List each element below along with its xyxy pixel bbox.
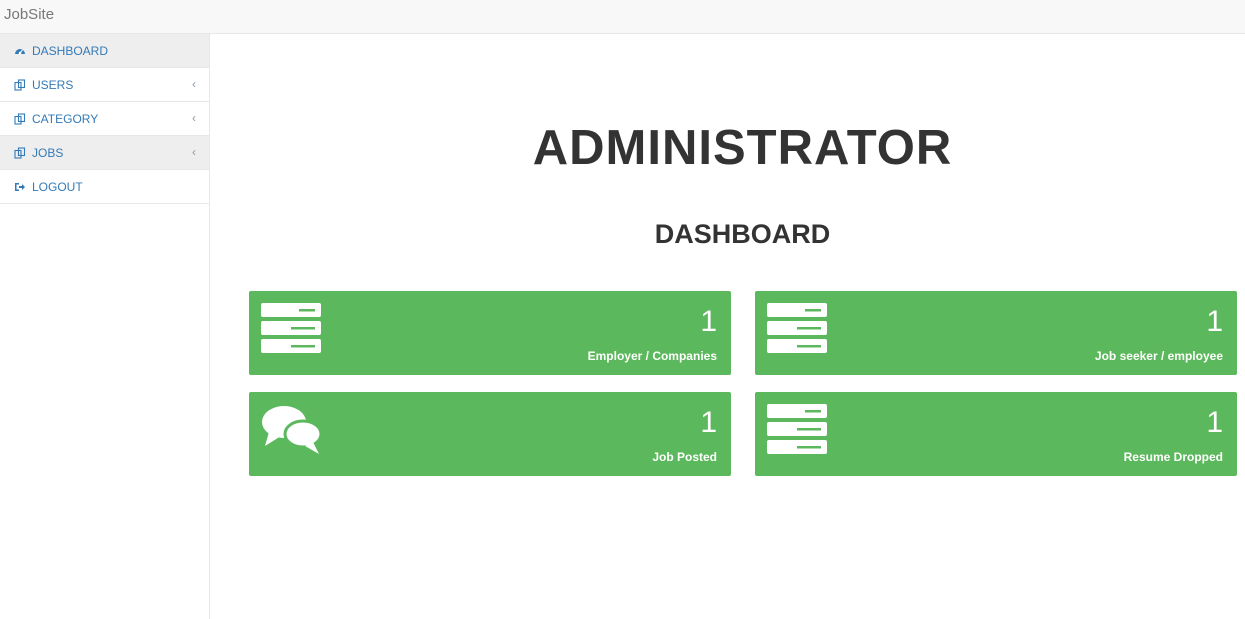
- sidebar-item-users[interactable]: USERS ‹: [0, 68, 209, 102]
- server-icon: [261, 303, 321, 353]
- brand-link[interactable]: JobSite: [4, 6, 54, 23]
- chevron-left-icon: ‹: [192, 111, 196, 125]
- logout-icon: [15, 183, 25, 191]
- top-navbar: JobSite: [0, 0, 1245, 34]
- sidebar-item-category[interactable]: CATEGORY ‹: [0, 102, 209, 136]
- panel-label: Job seeker / employee: [1094, 349, 1223, 363]
- panel-count: 1: [700, 406, 717, 439]
- sidebar-item-logout[interactable]: LOGOUT: [0, 170, 209, 204]
- panel-count: 1: [1206, 305, 1223, 338]
- server-icon: [767, 303, 827, 353]
- panel-count: 1: [700, 305, 717, 338]
- sidebar-item-label: LOGOUT: [32, 180, 83, 194]
- page-title: ADMINISTRATOR: [532, 121, 953, 175]
- panel-label: Resume Dropped: [1123, 450, 1223, 464]
- sidebar-item-label: USERS: [32, 78, 74, 92]
- sidebar-item-label: CATEGORY: [32, 112, 99, 126]
- copy-icon: [14, 79, 26, 91]
- sidebar-item-dashboard[interactable]: DASHBOARD: [0, 34, 209, 68]
- chevron-left-icon: ‹: [192, 77, 196, 91]
- sidebar-item-label: DASHBOARD: [32, 44, 109, 58]
- sidebar: DASHBOARD USERS ‹ CATEGORY ‹ JOBS ‹ LOGO…: [0, 34, 210, 619]
- sidebar-item-jobs[interactable]: JOBS ‹: [0, 136, 209, 170]
- chevron-left-icon: ‹: [192, 145, 196, 159]
- copy-icon: [14, 113, 26, 125]
- sidebar-item-label: JOBS: [32, 146, 64, 160]
- panel-count: 1: [1206, 406, 1223, 439]
- copy-icon: [14, 147, 26, 159]
- panel-job-seekers[interactable]: 1 Job seeker / employee: [755, 291, 1237, 375]
- panel-jobs-posted[interactable]: 1 Job Posted: [249, 392, 731, 476]
- page-subtitle: DASHBOARD: [654, 219, 831, 249]
- panel-resume-dropped[interactable]: 1 Resume Dropped: [755, 392, 1237, 476]
- panel-label: Employer / Companies: [587, 349, 717, 363]
- server-icon: [767, 404, 827, 454]
- panel-label: Job Posted: [652, 450, 717, 464]
- main-content: ADMINISTRATOR DASHBOARD 1 Employer / Com…: [210, 34, 1245, 619]
- panel-employers[interactable]: 1 Employer / Companies: [249, 291, 731, 375]
- comments-icon: [262, 406, 323, 454]
- dashboard-icon: [15, 49, 25, 55]
